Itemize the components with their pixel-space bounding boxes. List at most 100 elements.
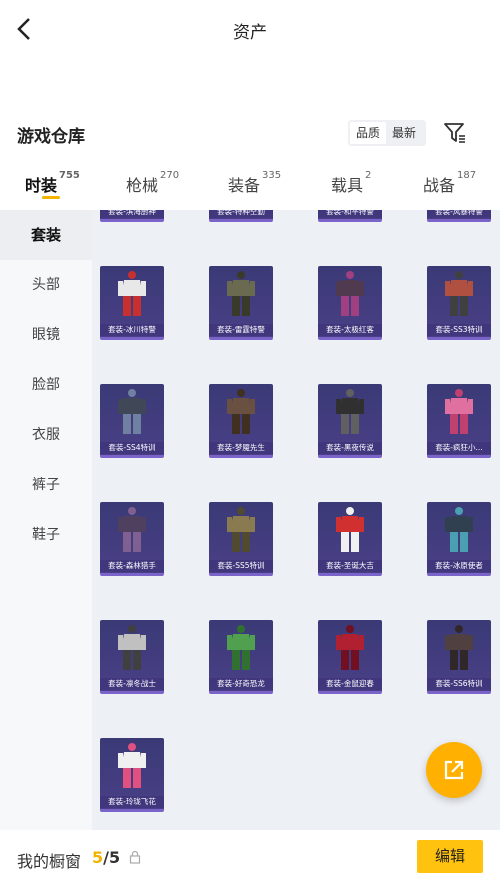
item-label: 套装-圣诞大吉	[318, 560, 382, 572]
item-card[interactable]: 套装-和平特警	[318, 210, 382, 222]
item-card[interactable]: 套装-梦魇先生	[209, 384, 273, 458]
showcase-total: 5	[108, 848, 121, 867]
item-card[interactable]: 套装-太极红客	[318, 266, 382, 340]
lock-icon	[129, 850, 141, 864]
outfit-thumbnail	[336, 625, 364, 670]
outfit-thumbnail	[445, 389, 473, 434]
item-label: 套装-冰川特警	[100, 324, 164, 336]
tab-label: 时装	[25, 176, 58, 195]
outfit-thumbnail	[118, 389, 146, 434]
outfit-thumbnail	[118, 625, 146, 670]
tab-vehicles[interactable]: 载具2	[331, 170, 372, 196]
sidebar: 套装 头部 眼镜 脸部 衣服 裤子 鞋子	[0, 210, 92, 830]
outfit-thumbnail	[336, 389, 364, 434]
sort-newest-option[interactable]: 最新	[386, 122, 422, 144]
item-label: 套装-滨海厨神	[100, 210, 164, 218]
item-label: 套装-疯狂小...	[427, 442, 491, 454]
item-grid: 套装-滨海厨神 套装-特种空勤 套装-和平特警 套装-风暴特警套装-冰川特警 套装-雷霆…	[92, 210, 500, 830]
sidebar-item-suit[interactable]: 套装	[0, 210, 92, 260]
item-label: 套装-雷霆特警	[209, 324, 273, 336]
category-tabs: 时装755 枪械270 装备335 载具2 战备187	[0, 158, 500, 210]
item-card[interactable]: 套装-SS3特训	[427, 266, 491, 340]
tab-guns[interactable]: 枪械270	[126, 170, 180, 196]
item-card[interactable]: 套装-凛冬战士	[100, 620, 164, 694]
item-label: 套装-玲珑飞花	[100, 796, 164, 808]
sidebar-item-clothes[interactable]: 衣服	[0, 410, 92, 460]
showcase-bar: 我的橱窗 5/5 编辑	[0, 830, 500, 885]
item-card[interactable]: 套装-疯狂小...	[427, 384, 491, 458]
outfit-thumbnail	[227, 625, 255, 670]
item-card[interactable]: 套装-森林猎手	[100, 502, 164, 576]
tab-label: 装备	[228, 176, 261, 195]
tab-battle-prep[interactable]: 战备187	[423, 170, 477, 196]
item-label: 套装-SS6特训	[427, 678, 491, 690]
item-label: 套装-金鼠迎春	[318, 678, 382, 690]
item-label: 套装-和平特警	[318, 210, 382, 218]
tab-count: 335	[262, 170, 282, 181]
outfit-thumbnail	[227, 271, 255, 316]
outfit-thumbnail	[336, 271, 364, 316]
item-label: 套装-冰原使者	[427, 560, 491, 572]
tab-label: 载具	[331, 176, 364, 195]
outfit-thumbnail	[227, 389, 255, 434]
item-card[interactable]: 套装-玲珑飞花	[100, 738, 164, 812]
item-label: 套装-SS4特训	[100, 442, 164, 454]
outfit-thumbnail	[118, 271, 146, 316]
sidebar-item-shoes[interactable]: 鞋子	[0, 510, 92, 560]
active-tab-indicator	[42, 196, 60, 199]
item-card[interactable]: 套装-SS4特训	[100, 384, 164, 458]
page-title: 资产	[233, 23, 267, 43]
item-card[interactable]: 套装-雷霆特警	[209, 266, 273, 340]
item-label: 套装-太极红客	[318, 324, 382, 336]
tab-count: 755	[59, 170, 80, 181]
sidebar-item-pants[interactable]: 裤子	[0, 460, 92, 510]
item-card[interactable]: 套装-黑夜传说	[318, 384, 382, 458]
showcase-count: 5/5	[92, 848, 120, 867]
outfit-thumbnail	[118, 743, 146, 788]
item-card[interactable]: 套装-冰原使者	[427, 502, 491, 576]
showcase-current: 5	[92, 848, 104, 867]
sidebar-item-glasses[interactable]: 眼镜	[0, 310, 92, 360]
filter-icon	[444, 123, 465, 143]
outfit-thumbnail	[227, 507, 255, 552]
tab-equipment[interactable]: 装备335	[228, 170, 282, 196]
tab-fashion[interactable]: 时装755	[25, 170, 80, 196]
outfit-thumbnail	[445, 507, 473, 552]
item-label: 套装-梦魇先生	[209, 442, 273, 454]
item-label: 套装-黑夜传说	[318, 442, 382, 454]
share-button[interactable]	[426, 742, 482, 798]
filter-button[interactable]	[440, 120, 470, 146]
item-card[interactable]: 套装-SS5特训	[209, 502, 273, 576]
sort-toggle: 品质 最新	[348, 120, 426, 146]
item-label: 套装-风暴特警	[427, 210, 491, 218]
item-card[interactable]: 套装-好奇恐龙	[209, 620, 273, 694]
sidebar-item-face[interactable]: 脸部	[0, 360, 92, 410]
item-card[interactable]: 套装-SS6特训	[427, 620, 491, 694]
item-card[interactable]: 套装-滨海厨神	[100, 210, 164, 222]
tab-label: 战备	[423, 176, 456, 195]
outfit-thumbnail	[118, 507, 146, 552]
item-card[interactable]: 套装-冰川特警	[100, 266, 164, 340]
sort-quality-option[interactable]: 品质	[350, 122, 387, 144]
edit-button[interactable]: 编辑	[417, 840, 483, 873]
item-label: 套装-凛冬战士	[100, 678, 164, 690]
item-card[interactable]: 套装-圣诞大吉	[318, 502, 382, 576]
item-label: 套装-森林猎手	[100, 560, 164, 572]
sidebar-item-head[interactable]: 头部	[0, 260, 92, 310]
section-title: 游戏仓库	[17, 127, 85, 147]
tab-label: 枪械	[126, 176, 159, 195]
tab-count: 187	[457, 170, 477, 181]
share-icon	[444, 760, 464, 780]
item-card[interactable]: 套装-风暴特警	[427, 210, 491, 222]
tab-count: 270	[160, 170, 180, 181]
item-label: 套装-特种空勤	[209, 210, 273, 218]
item-card[interactable]: 套装-特种空勤	[209, 210, 273, 222]
outfit-thumbnail	[445, 271, 473, 316]
item-label: 套装-SS3特训	[427, 324, 491, 336]
showcase-label: 我的橱窗	[17, 852, 82, 871]
outfit-thumbnail	[445, 625, 473, 670]
header: 资产	[0, 0, 500, 58]
item-label: 套装-SS5特训	[209, 560, 273, 572]
tab-count: 2	[365, 170, 372, 181]
item-card[interactable]: 套装-金鼠迎春	[318, 620, 382, 694]
